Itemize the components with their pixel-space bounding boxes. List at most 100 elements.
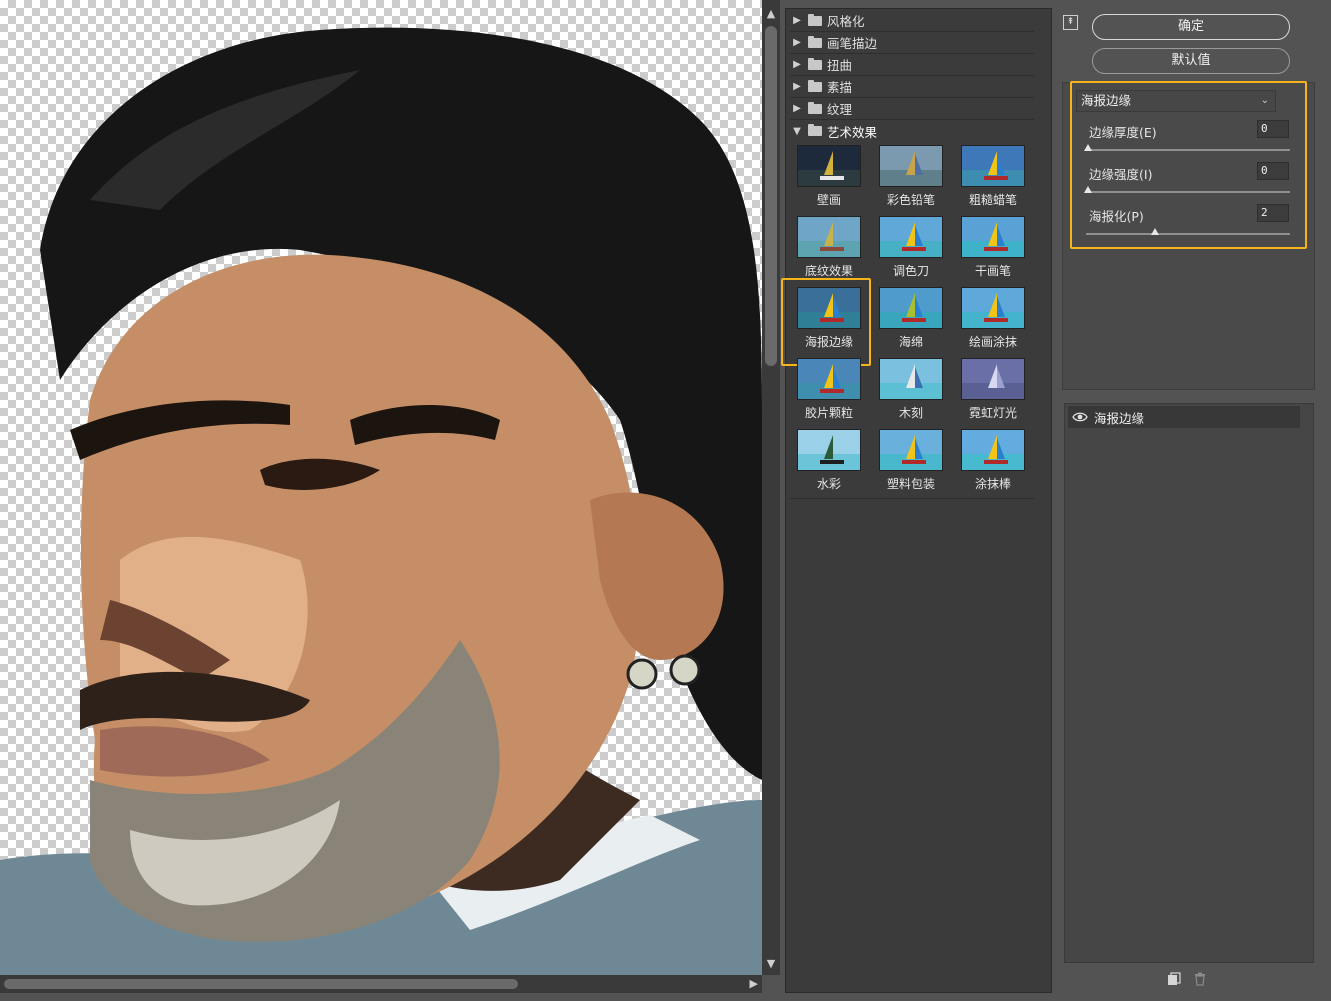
filter-gallery: ▶ 风格化 ▶ 画笔描边 ▶ 扭曲 ▶ 素描 ▶ 纹理 ▼ 艺术效果 壁画 彩色… [781, 8, 1052, 993]
filter-thumbnail [797, 216, 861, 258]
filter-paint-daubs[interactable]: 绘画涂抹 [951, 285, 1035, 355]
folder-icon [808, 124, 822, 136]
effect-layer-row[interactable]: 海报边缘 [1068, 406, 1300, 428]
filter-label: 海绵 [898, 335, 923, 349]
filter-underpainting[interactable]: 底纹效果 [787, 214, 871, 284]
filter-neon-glow[interactable]: 霓虹灯光 [951, 356, 1035, 426]
filter-cutout[interactable]: 木刻 [869, 356, 953, 426]
filter-label: 涂抹棒 [974, 477, 1011, 491]
filter-label: 霓虹灯光 [968, 406, 1017, 420]
category-distort[interactable]: ▶ 扭曲 [790, 54, 1034, 76]
category-artistic[interactable]: ▼ 艺术效果 [790, 120, 1034, 142]
category-texture[interactable]: ▶ 纹理 [790, 98, 1034, 120]
posterization-slider[interactable] [1086, 228, 1290, 235]
preview-vertical-scrollbar[interactable]: ▲ ▼ [762, 0, 780, 975]
filter-label: 粗糙蜡笔 [968, 193, 1017, 207]
category-label: 素描 [827, 80, 853, 95]
filter-colored-pencil[interactable]: 彩色铅笔 [869, 143, 953, 213]
folder-icon [808, 13, 822, 26]
posterization-input[interactable]: 2 [1257, 204, 1289, 222]
filter-smudge-stick[interactable]: 涂抹棒 [951, 427, 1035, 497]
image-preview-canvas[interactable] [0, 0, 762, 975]
filter-thumbnail [879, 358, 943, 400]
filter-thumbnail [797, 145, 861, 187]
filter-label: 塑料包装 [886, 477, 935, 491]
edge-intensity-label: 边缘强度(I) [1089, 167, 1153, 182]
filter-thumbnail [879, 287, 943, 329]
filter-thumbnail [797, 429, 861, 471]
scroll-right-arrow-icon[interactable]: ▶ [750, 977, 758, 990]
triangle-icon: ▶ [793, 103, 801, 114]
edge-thickness-label: 边缘厚度(E) [1089, 125, 1157, 140]
folder-icon [808, 35, 822, 48]
folder-icon [808, 79, 822, 92]
filter-palette-knife[interactable]: 调色刀 [869, 214, 953, 284]
filter-select-value: 海报边缘 [1081, 93, 1132, 108]
category-label: 艺术效果 [827, 124, 878, 140]
edge-thickness-input[interactable]: 0 [1257, 120, 1289, 138]
filter-film-grain[interactable]: 胶片颗粒 [787, 356, 871, 426]
filter-watercolor[interactable]: 水彩 [787, 427, 871, 497]
eye-icon[interactable] [1072, 409, 1088, 425]
horizontal-scroll-thumb[interactable] [4, 979, 518, 989]
effect-layers-list: 海报边缘 [1064, 403, 1314, 963]
filter-label: 海报边缘 [804, 335, 853, 349]
scroll-down-arrow-icon[interactable]: ▼ [765, 958, 777, 970]
edge-intensity-slider-thumb[interactable] [1084, 186, 1092, 193]
filter-thumbnail [879, 145, 943, 187]
scroll-up-arrow-icon[interactable]: ▲ [765, 8, 777, 20]
posterization-slider-thumb[interactable] [1151, 228, 1160, 235]
category-label: 纹理 [827, 102, 853, 117]
category-label: 风格化 [827, 14, 865, 29]
triangle-icon: ▶ [793, 81, 801, 92]
filter-poster-edges[interactable]: 海报边缘 [781, 278, 871, 366]
filter-label: 木刻 [898, 406, 923, 420]
category-sketch[interactable]: ▶ 素描 [790, 76, 1034, 98]
category-brush-strokes[interactable]: ▶ 画笔描边 [790, 32, 1034, 54]
settings-panel: ⇞ 确定 默认值 海报边缘 ⌄ 边缘厚度(E) 0 边缘强度(I) 0 海报化(… [1053, 0, 1331, 1001]
filter-thumbnail [797, 358, 861, 400]
preview-horizontal-scrollbar[interactable]: ▶ [0, 975, 762, 993]
filter-label: 水彩 [816, 477, 841, 491]
edge-thickness-slider[interactable] [1084, 144, 1290, 151]
ok-button[interactable]: 确定 [1092, 14, 1290, 40]
category-stylize[interactable]: ▶ 风格化 [790, 10, 1034, 32]
edge-intensity-slider[interactable] [1084, 186, 1290, 193]
triangle-icon: ▶ [793, 59, 801, 70]
filter-label: 绘画涂抹 [968, 335, 1017, 349]
folder-icon [808, 101, 822, 114]
defaults-button[interactable]: 默认值 [1092, 48, 1290, 74]
filter-label: 底纹效果 [804, 264, 853, 278]
triangle-icon: ▶ [793, 15, 801, 26]
filter-thumbnail [879, 429, 943, 471]
filter-plastic-wrap[interactable]: 塑料包装 [869, 427, 953, 497]
chevron-down-icon: ⌄ [1260, 95, 1269, 106]
new-layer-icon[interactable] [1167, 972, 1181, 986]
vertical-scroll-thumb[interactable] [765, 26, 777, 366]
filter-thumbnail [961, 216, 1025, 258]
filter-label: 壁画 [816, 193, 841, 207]
filter-thumbnail [961, 287, 1025, 329]
filter-dry-brush[interactable]: 干画笔 [951, 214, 1035, 284]
filter-sponge[interactable]: 海绵 [869, 285, 953, 355]
filter-label: 胶片颗粒 [804, 406, 853, 420]
filter-thumbnail [879, 216, 943, 258]
edge-intensity-input[interactable]: 0 [1257, 162, 1289, 180]
collapse-icon[interactable]: ⇞ [1063, 15, 1078, 30]
filter-label: 彩色铅笔 [886, 193, 935, 207]
category-label: 画笔描边 [827, 36, 878, 51]
triangle-down-icon: ▼ [793, 125, 801, 137]
edge-thickness-slider-thumb[interactable] [1084, 144, 1092, 151]
trash-icon[interactable] [1193, 972, 1207, 986]
triangle-icon: ▶ [793, 37, 801, 48]
filter-label: 干画笔 [974, 264, 1011, 278]
filter-thumbnail [961, 145, 1025, 187]
filter-select-dropdown[interactable]: 海报边缘 ⌄ [1076, 90, 1276, 112]
preview-image [0, 27, 762, 975]
category-label: 扭曲 [827, 58, 853, 73]
effect-layer-name: 海报边缘 [1094, 410, 1145, 426]
filter-thumbnail [961, 429, 1025, 471]
filter-label: 调色刀 [892, 264, 929, 278]
filter-rough-pastels[interactable]: 粗糙蜡笔 [951, 143, 1035, 213]
filter-fresco[interactable]: 壁画 [787, 143, 871, 213]
